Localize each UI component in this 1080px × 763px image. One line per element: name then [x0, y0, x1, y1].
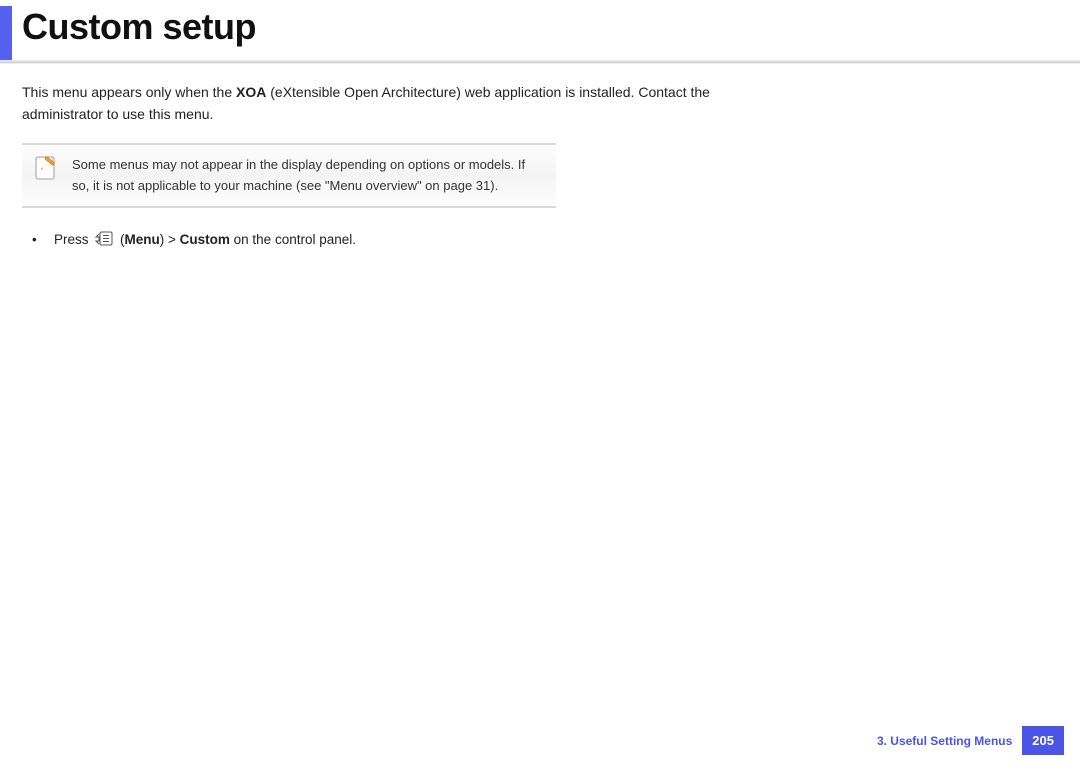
instr-suffix: on the control panel.: [230, 232, 356, 247]
note-text: Some menus may not appear in the display…: [72, 155, 544, 195]
instr-prefix: Press: [54, 232, 92, 247]
intro-paragraph: This menu appears only when the XOA (eXt…: [22, 82, 722, 125]
content-column: This menu appears only when the XOA (eXt…: [0, 64, 742, 254]
instr-mid: ) >: [160, 232, 180, 247]
header: Custom setup: [0, 6, 1080, 64]
menu-button-icon: [95, 231, 113, 254]
intro-text-1: This menu appears only when the: [22, 84, 236, 100]
footer: 3. Useful Setting Menus 205: [877, 726, 1064, 755]
instruction-item: Press (Menu) > Custom on the control pan…: [48, 230, 722, 254]
instruction-list: Press (Menu) > Custom on the control pan…: [26, 230, 722, 254]
instr-menu-label: Menu: [125, 232, 160, 247]
title-divider: [0, 60, 1080, 64]
instr-custom-bold: Custom: [180, 232, 230, 247]
note-icon: [34, 155, 60, 195]
page-title: Custom setup: [22, 6, 1080, 48]
note-box: Some menus may not appear in the display…: [22, 143, 556, 207]
accent-bar: [0, 6, 12, 60]
intro-xoa-bold: XOA: [236, 84, 266, 100]
footer-chapter: 3. Useful Setting Menus: [877, 734, 1012, 748]
page-number-badge: 205: [1022, 726, 1064, 755]
